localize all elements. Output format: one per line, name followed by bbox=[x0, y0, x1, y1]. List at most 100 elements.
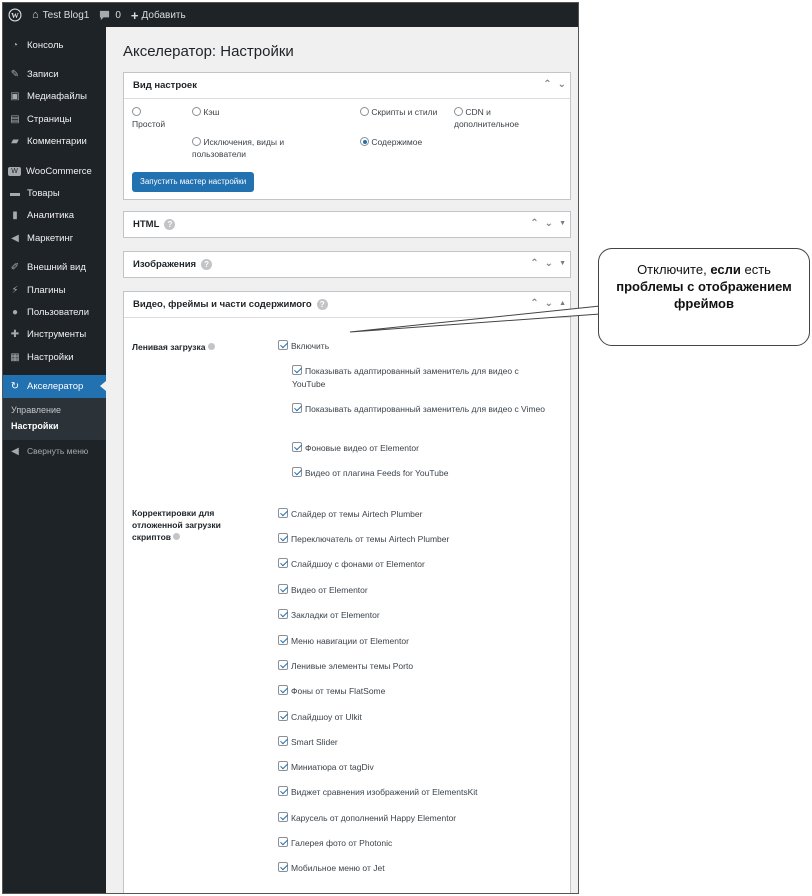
help-icon[interactable]: ? bbox=[316, 299, 328, 310]
checkbox-checked[interactable] bbox=[278, 862, 288, 872]
submenu-item-manage[interactable]: Управление bbox=[3, 402, 106, 418]
site-name-link[interactable]: ⌂ Test Blog1 bbox=[27, 3, 94, 27]
help-icon[interactable]: ? bbox=[201, 259, 213, 270]
radio-button-checked[interactable] bbox=[360, 137, 369, 146]
sidebar-item-appearance[interactable]: ✐ Внешний вид bbox=[3, 257, 106, 279]
checkbox-checked[interactable] bbox=[292, 467, 302, 477]
sidebar-item-plugins[interactable]: ⚡ Плагины bbox=[3, 279, 106, 301]
wordpress-logo[interactable]: W bbox=[3, 3, 27, 27]
checkbox-checked[interactable] bbox=[278, 558, 288, 568]
lazy-vimeo-checkbox[interactable]: Показывать адаптированный заменитель для… bbox=[292, 403, 552, 416]
fix-item[interactable]: Слайдшоу с фонами от Elementor bbox=[278, 558, 425, 571]
fix-item[interactable]: Фоны от темы FlatSome bbox=[278, 685, 385, 698]
checkbox-checked[interactable] bbox=[278, 711, 288, 721]
chevron-up-icon[interactable]: ⌃ bbox=[530, 298, 538, 309]
checkbox-checked[interactable] bbox=[278, 584, 288, 594]
fix-item[interactable]: Меню навигации от Elementor bbox=[278, 635, 409, 648]
sidebar-item-comments[interactable]: ▰ Комментарии bbox=[3, 131, 106, 153]
checkbox-checked[interactable] bbox=[292, 442, 302, 452]
radio-cdn[interactable]: CDN и дополнительное bbox=[454, 107, 544, 130]
fix-item[interactable]: Smart Slider bbox=[278, 736, 338, 749]
submenu-item-settings[interactable]: Настройки bbox=[3, 418, 106, 434]
lazy-enable-checkbox[interactable]: Включить bbox=[278, 340, 329, 353]
checkbox-checked[interactable] bbox=[278, 635, 288, 645]
sidebar-item-pages[interactable]: ▤ Страницы bbox=[3, 108, 106, 130]
screenshot-frame: W ⌂ Test Blog1 0 + Добавить ◔ Консоль ✎ За… bbox=[2, 2, 579, 894]
sidebar-item-settings[interactable]: ▦ Настройки bbox=[3, 346, 106, 368]
chevron-up-icon[interactable]: ⌃ bbox=[530, 258, 538, 269]
radio-button[interactable] bbox=[132, 107, 141, 116]
fix-item[interactable]: Слайдшоу от Ulkit bbox=[278, 711, 362, 724]
video-panel-header[interactable]: Видео, фреймы и части содержимого? ⌃ ⌄ ▲ bbox=[124, 292, 570, 317]
chevron-down-icon[interactable]: ⌄ bbox=[558, 79, 566, 90]
radio-cache[interactable]: Кэш bbox=[192, 107, 219, 119]
chevron-up-icon[interactable]: ⌃ bbox=[543, 79, 551, 90]
lazy-load-label: Ленивая загрузка bbox=[132, 341, 215, 353]
sidebar-item-analytics[interactable]: ▮ Аналитика bbox=[3, 205, 106, 227]
checkbox-checked[interactable] bbox=[278, 812, 288, 822]
chevron-up-icon[interactable]: ⌃ bbox=[530, 218, 538, 229]
lazy-youtube-checkbox[interactable]: Показывать адаптированный заменитель для… bbox=[292, 365, 552, 390]
checkbox-checked[interactable] bbox=[278, 786, 288, 796]
page-icon: ▤ bbox=[10, 113, 20, 125]
checkbox-checked[interactable] bbox=[278, 660, 288, 670]
fix-item[interactable]: Слайдер от темы Airtech Plumber bbox=[278, 508, 422, 521]
sidebar-item-woocommerce[interactable]: W WooCommerce bbox=[3, 160, 106, 182]
html-panel-header[interactable]: HTML? ⌃ ⌄ ▼ bbox=[124, 212, 570, 237]
chevron-down-icon[interactable]: ⌄ bbox=[545, 258, 553, 269]
images-panel[interactable]: Изображения? ⌃ ⌄ ▼ bbox=[123, 251, 571, 278]
sidebar-item-users[interactable]: ● Пользователи bbox=[3, 301, 106, 323]
fix-item[interactable]: Галерея фото от Photonic bbox=[278, 837, 392, 850]
sidebar-item-products[interactable]: ▬ Товары bbox=[3, 182, 106, 204]
radio-button[interactable] bbox=[192, 107, 201, 116]
sidebar-item-tools[interactable]: ✚ Инструменты bbox=[3, 324, 106, 346]
checkbox-checked[interactable] bbox=[292, 365, 302, 375]
radio-button[interactable] bbox=[454, 107, 463, 116]
fix-item[interactable]: Мобильное меню от Jet bbox=[278, 862, 385, 875]
collapse-menu-button[interactable]: ◀ Свернуть меню bbox=[3, 440, 106, 462]
lazy-elementor-bg-checkbox[interactable]: Фоновые видео от Elementor bbox=[292, 442, 419, 455]
chevron-down-icon[interactable]: ⌄ bbox=[545, 218, 553, 229]
help-icon[interactable] bbox=[173, 533, 181, 540]
radio-button[interactable] bbox=[360, 107, 369, 116]
sidebar-item-dashboard[interactable]: ◔ Консоль bbox=[3, 34, 106, 56]
radio-button[interactable] bbox=[192, 137, 201, 146]
fix-item[interactable]: Карусель от дополнений Happy Elementor bbox=[278, 812, 456, 825]
checkbox-checked[interactable] bbox=[278, 340, 288, 350]
help-icon[interactable]: ? bbox=[164, 219, 176, 230]
lazy-feeds-youtube-checkbox[interactable]: Видео от плагина Feeds for YouTube bbox=[292, 467, 448, 480]
fix-item[interactable]: Миниатюра от tagDiv bbox=[278, 761, 374, 774]
checkbox-checked[interactable] bbox=[278, 533, 288, 543]
checkbox-checked[interactable] bbox=[278, 685, 288, 695]
comments-link[interactable]: 0 bbox=[94, 3, 126, 27]
checkbox-checked[interactable] bbox=[278, 609, 288, 619]
chevron-down-icon[interactable]: ⌄ bbox=[545, 298, 553, 309]
comment-icon bbox=[100, 10, 110, 20]
sidebar-item-accelerator[interactable]: ↻ Акселератор bbox=[3, 375, 106, 398]
radio-exclusions[interactable]: Исключения, виды и пользователи bbox=[192, 137, 307, 160]
fix-item[interactable]: Видео от Elementor bbox=[278, 584, 368, 597]
checkbox-checked[interactable] bbox=[278, 761, 288, 771]
toggle-up-icon[interactable]: ▲ bbox=[559, 300, 566, 309]
toggle-down-icon[interactable]: ▼ bbox=[559, 220, 566, 229]
checkbox-checked[interactable] bbox=[292, 403, 302, 413]
images-panel-header[interactable]: Изображения? ⌃ ⌄ ▼ bbox=[124, 252, 570, 277]
html-panel[interactable]: HTML? ⌃ ⌄ ▼ bbox=[123, 211, 571, 238]
fix-item[interactable]: Закладки от Elementor bbox=[278, 609, 380, 622]
run-wizard-button[interactable]: Запустить мастер настройки bbox=[132, 172, 255, 192]
sidebar-item-media[interactable]: ▣ Медиафайлы bbox=[3, 86, 106, 108]
checkbox-checked[interactable] bbox=[278, 736, 288, 746]
sidebar-item-marketing[interactable]: ◀ Маркетинг bbox=[3, 227, 106, 249]
sidebar-item-posts[interactable]: ✎ Записи bbox=[3, 63, 106, 85]
toggle-down-icon[interactable]: ▼ bbox=[559, 260, 566, 269]
checkbox-checked[interactable] bbox=[278, 837, 288, 847]
fix-item[interactable]: Ленивые элементы темы Porto bbox=[278, 660, 413, 673]
fix-item[interactable]: Виджет сравнения изображений от Elements… bbox=[278, 786, 478, 799]
fix-item[interactable]: Переключатель от темы Airtech Plumber bbox=[278, 533, 449, 546]
add-new-link[interactable]: + Добавить bbox=[126, 3, 191, 27]
radio-scripts[interactable]: Скрипты и стили bbox=[360, 107, 440, 119]
help-icon[interactable] bbox=[207, 343, 215, 350]
radio-content[interactable]: Содержимое bbox=[360, 137, 422, 149]
radio-simple[interactable]: Простой bbox=[132, 107, 165, 130]
checkbox-checked[interactable] bbox=[278, 508, 288, 518]
